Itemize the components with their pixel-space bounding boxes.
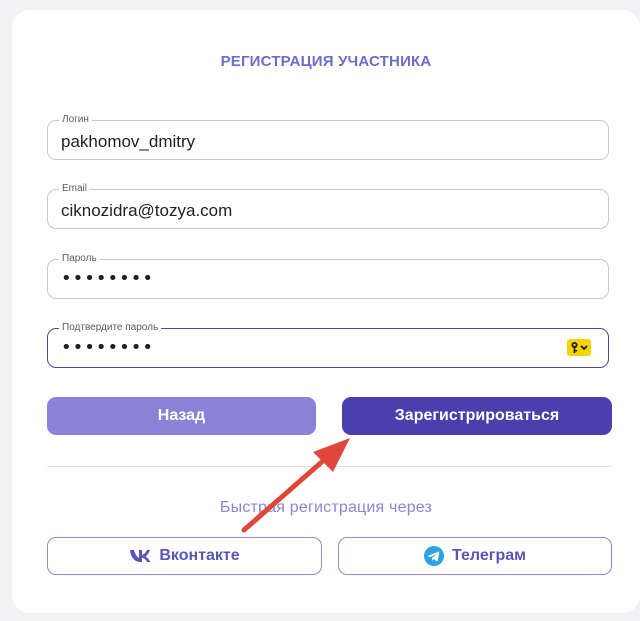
annotation-arrow-icon: [241, 438, 350, 533]
